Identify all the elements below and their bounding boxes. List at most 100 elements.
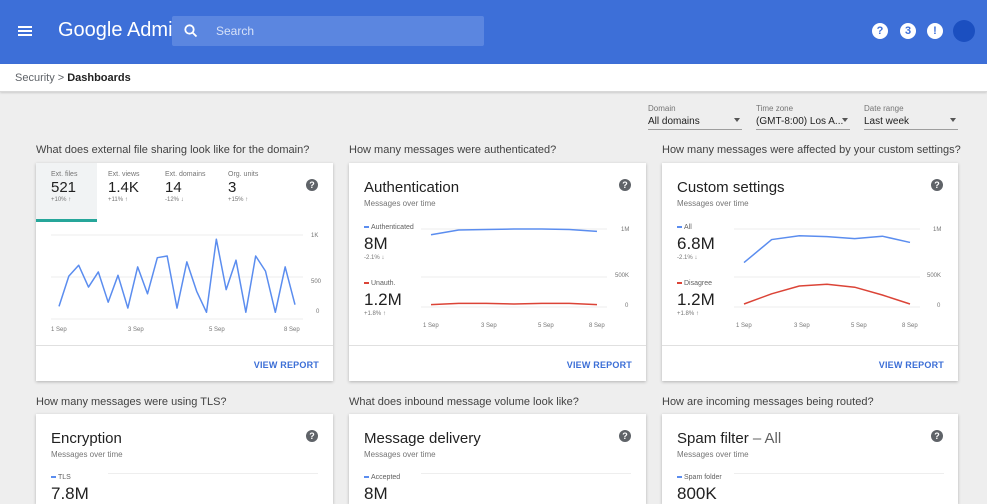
series-total: 8M (364, 484, 388, 503)
search-box[interactable] (172, 16, 484, 46)
series-total: 1.2M (364, 290, 402, 309)
card-divider (349, 345, 646, 346)
sharing-line-chart (51, 234, 303, 320)
card-title: Spam filter – All (677, 430, 781, 447)
y-tick-label: 500K (615, 273, 630, 279)
breadcrumb-current: Dashboards (67, 72, 131, 84)
series-line-bottom (430, 302, 598, 306)
view-report-link[interactable]: VIEW REPORT (879, 360, 944, 370)
help-icon[interactable]: ? (306, 430, 318, 442)
x-tick-label: 5 Sep (851, 323, 867, 329)
x-tick-label: 8 Sep (589, 323, 605, 329)
grid-line (421, 473, 631, 474)
x-tick-label: 8 Sep (284, 327, 300, 333)
series-total: 800K (677, 484, 717, 503)
card-title: Custom settings (677, 179, 785, 196)
series-total: 6.8M (677, 234, 715, 253)
stat-ext-domains[interactable]: Ext. domains 14 -12% ↓ (165, 171, 205, 203)
series-line-top (430, 228, 598, 236)
legend-item: Authenticated (364, 224, 414, 231)
legend-label: All (684, 224, 692, 231)
stat-label: Ext. domains (165, 171, 206, 178)
app-brand[interactable]: Google Admin (58, 19, 184, 42)
card-subtitle: Messages over time (364, 199, 436, 208)
legend-item: All (677, 224, 692, 231)
delivery-card: Message delivery Messages over time ? Ac… (349, 414, 646, 504)
grid-line (108, 473, 318, 474)
domain-select[interactable]: Domain All domains (648, 104, 742, 130)
tls-question: How many messages were using TLS? (36, 396, 227, 408)
daterange-label: Date range (864, 104, 904, 113)
card-subtitle: Messages over time (364, 450, 436, 459)
y-tick-label: 0 (625, 303, 629, 309)
legend-item: TLS (51, 474, 71, 481)
daterange-value: Last week (864, 116, 910, 127)
card-divider (662, 345, 958, 346)
view-report-link[interactable]: VIEW REPORT (254, 360, 319, 370)
search-icon (184, 24, 198, 38)
card-divider (36, 345, 333, 346)
legend-item: Unauth. (364, 280, 396, 287)
domain-value: All domains (648, 116, 700, 127)
series-change: +1.8% ↑ (677, 311, 699, 317)
legend-label: Disagree (684, 280, 713, 287)
timezone-label: Time zone (756, 104, 794, 113)
stat-change: +11% ↑ (108, 197, 128, 203)
files-series-line (58, 238, 296, 314)
spam-card: Spam filter – All Messages over time ? S… (662, 414, 958, 504)
chevron-down-icon (734, 118, 740, 122)
card-title-main: Spam filter (677, 430, 749, 447)
stat-ext-files[interactable]: Ext. files 521 +10% ↑ (51, 171, 77, 203)
series-change: -2.1% ↓ (677, 255, 698, 261)
search-input[interactable] (216, 20, 466, 42)
breadcrumb-bar: Security > Dashboards (0, 64, 987, 92)
series-change: +1.8% ↑ (364, 311, 386, 317)
auth-line-chart (421, 228, 607, 308)
help-icon[interactable]: ? (619, 430, 631, 442)
timezone-value: (GMT-8:00) Los A... (756, 116, 844, 127)
timezone-select[interactable]: Time zone (GMT-8:00) Los A... (756, 104, 850, 130)
x-tick-label: 3 Sep (481, 323, 497, 329)
help-icon[interactable]: ? (306, 179, 318, 191)
daterange-select[interactable]: Date range Last week (864, 104, 958, 130)
breadcrumb-security-link[interactable]: Security (15, 72, 55, 84)
legend-item: Disagree (677, 280, 712, 287)
y-tick-label: 1M (933, 227, 942, 233)
stat-value: 521 (51, 179, 77, 196)
notifications-icon[interactable]: ! (927, 23, 943, 39)
domain-label: Domain (648, 104, 676, 113)
top-app-bar: Google Admin ? 3 ! (0, 0, 987, 64)
breadcrumb-separator: > (57, 72, 65, 84)
y-tick-label: 500 (311, 279, 322, 285)
card-title: Message delivery (364, 430, 481, 447)
stat-change: +10% ↑ (51, 197, 72, 203)
custom-question: How many messages were affected by your … (662, 144, 961, 156)
help-icon[interactable]: ? (619, 179, 631, 191)
custom-card: Custom settings Messages over time ? All… (662, 163, 958, 381)
x-tick-label: 3 Sep (794, 323, 810, 329)
y-tick-label: 1K (311, 233, 319, 239)
help-icon[interactable]: ? (931, 430, 943, 442)
help-icon[interactable]: ? (931, 179, 943, 191)
avatar[interactable] (953, 20, 975, 42)
series-total: 1.2M (677, 290, 715, 309)
auth-question: How many messages were authenticated? (349, 144, 557, 156)
help-icon[interactable]: ? (872, 23, 888, 39)
card-title: Authentication (364, 179, 460, 196)
apps-icon[interactable]: 3 (900, 23, 916, 39)
y-tick-label: 0 (316, 309, 320, 315)
series-line-top (743, 234, 911, 264)
chevron-down-icon (950, 118, 956, 122)
stat-change: +15% ↑ (228, 197, 249, 203)
main-menu-icon[interactable] (18, 26, 32, 36)
stat-value: 1.4K (108, 179, 139, 196)
stat-change: -12% ↓ (165, 197, 184, 203)
auth-card: Authentication Messages over time ? Auth… (349, 163, 646, 381)
y-tick-label: 500K (927, 273, 942, 279)
delivery-question: What does inbound message volume look li… (349, 396, 579, 408)
view-report-link[interactable]: VIEW REPORT (567, 360, 632, 370)
stat-ext-views[interactable]: Ext. views 1.4K +11% ↑ (108, 171, 140, 203)
stat-org-units[interactable]: Org. units 3 +15% ↑ (228, 171, 258, 203)
card-subtitle: Messages over time (677, 450, 749, 459)
series-total: 8M (364, 234, 388, 253)
